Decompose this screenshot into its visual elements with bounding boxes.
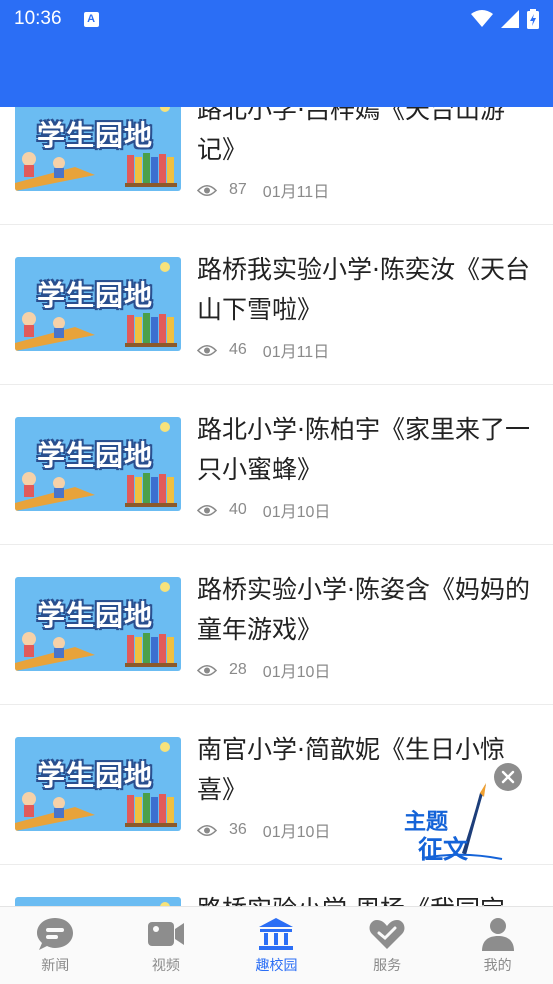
article-title: 路桥实验小学·陈姿含《妈妈的童年游戏》 — [197, 575, 530, 644]
eye-icon — [197, 184, 217, 196]
school-building-icon — [259, 918, 294, 950]
publish-date: 01月10日 — [262, 664, 331, 681]
battery-icon — [527, 9, 539, 29]
wifi-icon — [471, 10, 493, 27]
thumbnail-caption: 学生园地 — [37, 279, 154, 312]
view-count: 87 — [229, 181, 247, 198]
publish-date: 01月10日 — [262, 824, 331, 841]
article-thumbnail: 学生园地 — [15, 897, 181, 906]
thumbnail-caption: 学生园地 — [37, 599, 154, 632]
article-meta: 36 01月10日 — [197, 818, 330, 842]
article-meta: 40 01月10日 — [197, 498, 330, 522]
article-thumbnail: 学生园地 — [15, 737, 181, 831]
thumbnail-illustration — [160, 902, 170, 906]
user-icon — [481, 918, 514, 951]
status-icons — [471, 9, 539, 29]
tab-services[interactable]: 服务 — [332, 907, 443, 984]
eye-icon — [197, 344, 217, 356]
article-item[interactable]: 学生园地 路桥我实验小学·陈奕汝《天台山下雪啦》 46 01月11日 — [0, 225, 553, 385]
view-count: 46 — [229, 341, 247, 358]
app-header — [0, 38, 553, 107]
article-item[interactable]: 学生园地 路桥实验小学·周杨《我园宝 — [0, 865, 553, 906]
view-count: 36 — [229, 821, 247, 838]
tab-label-video: 视频 — [151, 958, 180, 974]
tab-label-fun-campus: 趣校园 — [255, 958, 298, 974]
signal-icon — [501, 10, 519, 28]
heart-hands-icon — [369, 920, 405, 949]
article-thumbnail: 学生园地 — [15, 257, 181, 351]
article-thumbnail: 学生园地 — [15, 577, 181, 671]
thumbnail-caption: 学生园地 — [37, 439, 154, 472]
article-thumbnail: 学生园地 — [15, 107, 181, 191]
tab-mine[interactable]: 我的 — [442, 907, 553, 984]
thumbnail-caption: 学生园地 — [37, 759, 154, 792]
article-title: 路北小学·吕梓嫣《天台山游记》 — [197, 107, 505, 164]
article-item[interactable]: 学生园地 路桥实验小学·陈姿含《妈妈的童年游戏》 28 01月10日 — [0, 545, 553, 705]
article-title: 路桥实验小学·周杨《我园宝 — [197, 890, 542, 906]
article-thumbnail: 学生园地 — [15, 417, 181, 511]
video-camera-icon — [147, 922, 184, 946]
tab-video[interactable]: 视频 — [111, 907, 222, 984]
chat-bubble-icon — [37, 918, 74, 950]
eye-icon — [197, 824, 217, 836]
article-meta: 28 01月10日 — [197, 658, 330, 682]
tab-fun-campus[interactable]: 趣校园 — [221, 907, 332, 984]
tab-label-news: 新闻 — [41, 958, 70, 974]
tab-label-mine: 我的 — [483, 958, 512, 974]
eye-icon — [197, 664, 217, 676]
publish-date: 01月11日 — [262, 184, 330, 201]
close-badge-button[interactable] — [494, 763, 522, 791]
thumbnail-caption: 学生园地 — [37, 119, 154, 152]
view-count: 40 — [229, 501, 247, 518]
publish-date: 01月10日 — [262, 504, 331, 521]
badge-line2: 征文 — [418, 835, 469, 864]
notification-a-icon: A — [83, 11, 99, 27]
tab-news[interactable]: 新闻 — [0, 907, 111, 984]
article-item[interactable]: 学生园地 路北小学·陈柏宇《家里来了一只小蜜蜂》 40 01月10日 — [0, 385, 553, 545]
bottom-tab-bar: 新闻 视频 趣校园 服务 我的 — [0, 906, 553, 984]
article-title: 路桥我实验小学·陈奕汝《天台山下雪啦》 — [197, 255, 530, 324]
status-bar: 10:36 A — [0, 0, 553, 38]
status-time: 10:36 — [14, 8, 62, 29]
publish-date: 01月11日 — [262, 344, 330, 361]
article-title: 路北小学·陈柏宇《家里来了一只小蜜蜂》 — [197, 415, 530, 484]
view-count: 28 — [229, 661, 247, 678]
close-icon — [501, 770, 515, 784]
eye-icon — [197, 504, 217, 516]
article-meta: 46 01月11日 — [197, 338, 329, 362]
tab-label-services: 服务 — [373, 958, 402, 974]
article-meta: 87 01月11日 — [197, 178, 329, 202]
article-item[interactable]: 学生园地 路北小学·吕梓嫣《天台山游记》 87 01月11日 — [0, 107, 553, 225]
